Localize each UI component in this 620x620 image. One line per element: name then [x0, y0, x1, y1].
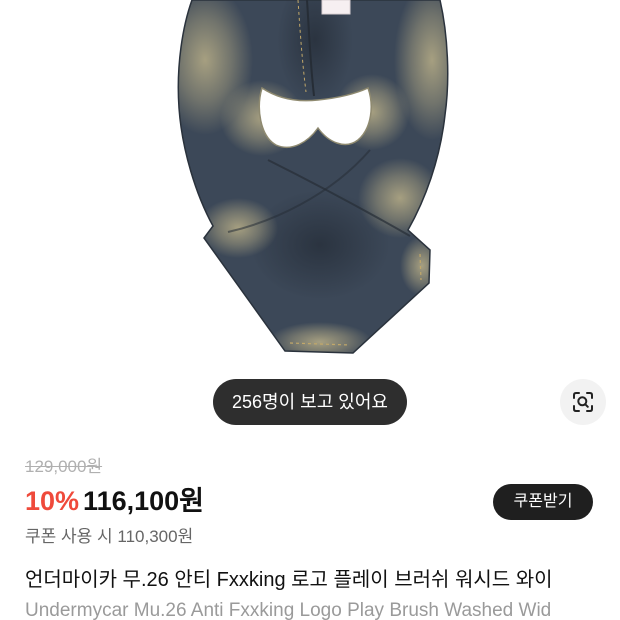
- visual-search-icon: [573, 392, 593, 412]
- product-image[interactable]: [0, 0, 620, 365]
- get-coupon-button[interactable]: 쿠폰받기: [493, 484, 593, 520]
- original-price: 129,000원: [25, 457, 103, 476]
- lower-left-wash: [198, 198, 278, 258]
- viewers-badge-container: 256명이 보고 있어요: [0, 379, 620, 425]
- jeans-illustration: [177, 0, 449, 354]
- frame-corner-top-right: [586, 392, 593, 399]
- frame-corner-top-left: [573, 392, 580, 399]
- product-title-korean: 언더마이카 무.26 안티 Fxxking 로고 플레이 브러쉬 워시드 와이: [25, 569, 553, 591]
- coupon-price-info: 쿠폰 사용 시 110,300원: [25, 526, 193, 548]
- right-hem-wash: [400, 236, 444, 296]
- lower-right-wash: [358, 158, 442, 238]
- magnifier-handle: [584, 403, 589, 408]
- product-title-english: Undermycar Mu.26 Anti Fxxking Logo Play …: [25, 600, 552, 620]
- visual-search-button[interactable]: [560, 379, 606, 425]
- coupon-price-value: 110,300원: [117, 527, 194, 546]
- title-fade-overlay: [588, 565, 620, 620]
- frame-corner-bottom-left: [573, 405, 580, 412]
- discount-rate: 10%: [25, 486, 80, 516]
- clothing-tag: [321, 0, 351, 15]
- coupon-price-label: 쿠폰 사용 시: [25, 527, 113, 546]
- bottom-hem-wash: [268, 322, 372, 353]
- viewers-badge: 256명이 보고 있어요: [213, 379, 407, 425]
- sale-price-row: 10% 116,100원: [25, 484, 204, 518]
- sale-price: 116,100원: [83, 486, 204, 516]
